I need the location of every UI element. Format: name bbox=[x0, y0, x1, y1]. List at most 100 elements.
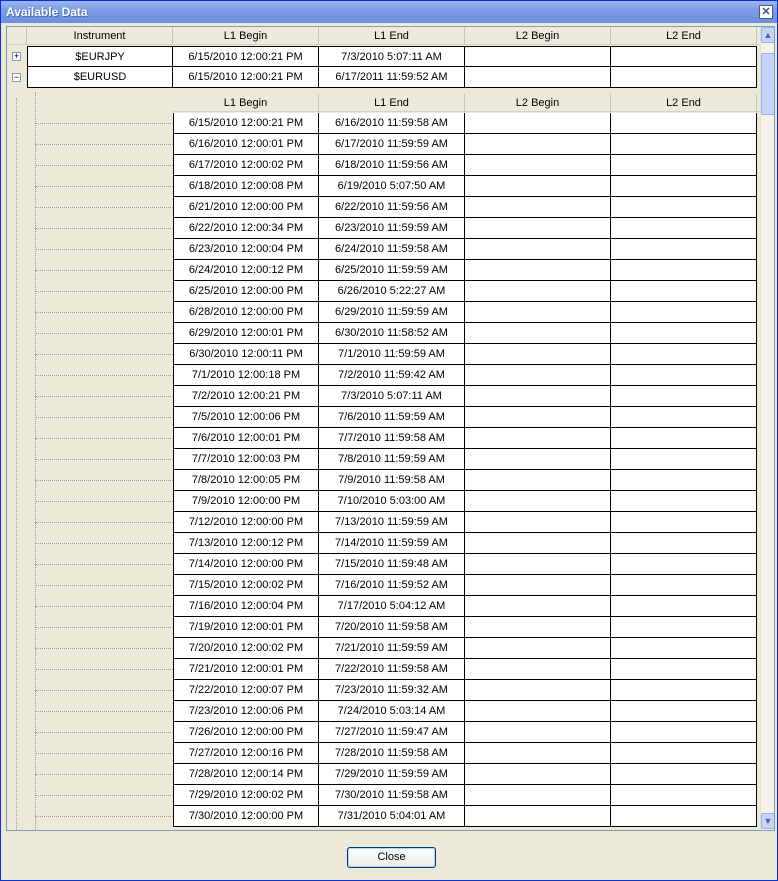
detail-row[interactable]: 7/7/2010 12:00:03 PM 7/8/2010 11:59:59 AM bbox=[7, 449, 761, 470]
detail-header-l2-end[interactable]: L2 End bbox=[611, 94, 757, 112]
scrollbar-thumb[interactable] bbox=[761, 53, 774, 115]
vertical-scrollbar[interactable]: ▲ ▼ bbox=[760, 27, 774, 830]
detail-l1-end-cell: 7/7/2010 11:59:58 AM bbox=[319, 428, 465, 449]
detail-l1-end-cell: 6/25/2010 11:59:59 AM bbox=[319, 260, 465, 281]
detail-l2-begin-cell bbox=[465, 218, 611, 239]
detail-l1-end-cell: 6/18/2010 11:59:56 AM bbox=[319, 155, 465, 176]
tree-branch-line bbox=[35, 606, 173, 607]
detail-row[interactable]: 7/8/2010 12:00:05 PM 7/9/2010 11:59:58 AM bbox=[7, 470, 761, 491]
detail-row[interactable]: 6/22/2010 12:00:34 PM 6/23/2010 11:59:59 … bbox=[7, 218, 761, 239]
detail-header-l1-end[interactable]: L1 End bbox=[319, 94, 465, 112]
detail-l1-end-cell: 7/3/2010 5:07:11 AM bbox=[319, 386, 465, 407]
detail-row[interactable]: 7/29/2010 12:00:02 PM 7/30/2010 11:59:58 … bbox=[7, 785, 761, 806]
detail-row[interactable]: 7/30/2010 12:00:00 PM 7/31/2010 5:04:01 A… bbox=[7, 806, 761, 827]
detail-l2-begin-cell bbox=[465, 323, 611, 344]
detail-row[interactable]: 7/20/2010 12:00:02 PM 7/21/2010 11:59:59 … bbox=[7, 638, 761, 659]
collapse-icon[interactable]: − bbox=[12, 73, 21, 82]
tree-branch-line bbox=[35, 354, 173, 355]
detail-l1-end-cell: 7/29/2010 11:59:59 AM bbox=[319, 764, 465, 785]
detail-row[interactable]: 6/25/2010 12:00:00 PM 6/26/2010 5:22:27 A… bbox=[7, 281, 761, 302]
detail-row[interactable]: 7/28/2010 12:00:14 PM 7/29/2010 11:59:59 … bbox=[7, 764, 761, 785]
detail-l1-begin-cell: 7/16/2010 12:00:04 PM bbox=[173, 596, 319, 617]
close-button[interactable]: Close bbox=[347, 847, 436, 868]
detail-l2-begin-cell bbox=[465, 176, 611, 197]
scroll-up-icon[interactable]: ▲ bbox=[761, 27, 774, 43]
detail-l1-begin-cell: 7/9/2010 12:00:00 PM bbox=[173, 491, 319, 512]
detail-row[interactable]: 6/28/2010 12:00:00 PM 6/29/2010 11:59:59 … bbox=[7, 302, 761, 323]
header-l1-end[interactable]: L1 End bbox=[319, 27, 465, 45]
detail-row[interactable]: 6/21/2010 12:00:00 PM 6/22/2010 11:59:56 … bbox=[7, 197, 761, 218]
expand-icon[interactable]: + bbox=[12, 52, 21, 61]
detail-row[interactable]: 7/12/2010 12:00:00 PM 7/13/2010 11:59:59 … bbox=[7, 512, 761, 533]
detail-row[interactable]: 7/5/2010 12:00:06 PM 7/6/2010 11:59:59 AM bbox=[7, 407, 761, 428]
detail-l2-end-cell bbox=[611, 785, 757, 806]
tree-branch-line bbox=[35, 186, 173, 187]
detail-l2-begin-cell bbox=[465, 239, 611, 260]
detail-row[interactable]: 7/14/2010 12:00:00 PM 7/15/2010 11:59:48 … bbox=[7, 554, 761, 575]
detail-l2-begin-cell bbox=[465, 638, 611, 659]
detail-row[interactable]: 6/17/2010 12:00:02 PM 6/18/2010 11:59:56 … bbox=[7, 155, 761, 176]
detail-l2-begin-cell bbox=[465, 302, 611, 323]
detail-l2-end-cell bbox=[611, 428, 757, 449]
l1-end-cell: 6/17/2011 11:59:52 AM bbox=[319, 67, 465, 88]
detail-l1-end-cell: 7/31/2010 5:04:01 AM bbox=[319, 806, 465, 827]
detail-row[interactable]: 7/26/2010 12:00:00 PM 7/27/2010 11:59:47 … bbox=[7, 722, 761, 743]
detail-l1-begin-cell: 7/8/2010 12:00:05 PM bbox=[173, 470, 319, 491]
detail-row[interactable]: 7/19/2010 12:00:01 PM 7/20/2010 11:59:58 … bbox=[7, 617, 761, 638]
detail-l2-end-cell bbox=[611, 554, 757, 575]
header-l2-end[interactable]: L2 End bbox=[611, 27, 757, 45]
instrument-name: $EURJPY bbox=[27, 46, 173, 67]
tree-branch-line bbox=[35, 291, 173, 292]
detail-l1-begin-cell: 6/24/2010 12:00:12 PM bbox=[173, 260, 319, 281]
detail-row[interactable]: 6/16/2010 12:00:01 PM 6/17/2010 11:59:59 … bbox=[7, 134, 761, 155]
detail-l2-begin-cell bbox=[465, 659, 611, 680]
l2-begin-cell bbox=[465, 46, 611, 67]
header-spacer bbox=[7, 27, 27, 45]
detail-l2-end-cell bbox=[611, 197, 757, 218]
title-bar[interactable]: Available Data ✕ bbox=[1, 1, 777, 23]
detail-l2-end-cell bbox=[611, 260, 757, 281]
header-instrument[interactable]: Instrument bbox=[27, 27, 173, 45]
header-l2-begin[interactable]: L2 Begin bbox=[465, 27, 611, 45]
detail-l1-begin-cell: 7/27/2010 12:00:16 PM bbox=[173, 743, 319, 764]
detail-l1-begin-cell: 6/15/2010 12:00:21 PM bbox=[173, 113, 319, 134]
detail-row[interactable]: 6/18/2010 12:00:08 PM 6/19/2010 5:07:50 A… bbox=[7, 176, 761, 197]
scroll-down-icon[interactable]: ▼ bbox=[761, 813, 774, 829]
detail-row[interactable]: 7/22/2010 12:00:07 PM 7/23/2010 11:59:32 … bbox=[7, 680, 761, 701]
detail-row[interactable]: 7/13/2010 12:00:12 PM 7/14/2010 11:59:59 … bbox=[7, 533, 761, 554]
detail-l2-end-cell bbox=[611, 806, 757, 827]
detail-row[interactable]: 6/23/2010 12:00:04 PM 6/24/2010 11:59:58 … bbox=[7, 239, 761, 260]
close-icon[interactable]: ✕ bbox=[759, 5, 773, 19]
detail-l1-begin-cell: 6/28/2010 12:00:00 PM bbox=[173, 302, 319, 323]
detail-row[interactable]: 7/16/2010 12:00:04 PM 7/17/2010 5:04:12 A… bbox=[7, 596, 761, 617]
instrument-row[interactable]: − $EURUSD 6/15/2010 12:00:21 PM 6/17/201… bbox=[7, 67, 761, 88]
tree-branch-line bbox=[35, 732, 173, 733]
tree-branch-line bbox=[35, 396, 173, 397]
detail-row[interactable]: 7/15/2010 12:00:02 PM 7/16/2010 11:59:52 … bbox=[7, 575, 761, 596]
detail-row[interactable]: 7/9/2010 12:00:00 PM 7/10/2010 5:03:00 AM bbox=[7, 491, 761, 512]
detail-row[interactable]: 6/15/2010 12:00:21 PM 6/16/2010 11:59:58 … bbox=[7, 113, 761, 134]
detail-row[interactable]: 7/6/2010 12:00:01 PM 7/7/2010 11:59:58 AM bbox=[7, 428, 761, 449]
detail-row[interactable]: 7/2/2010 12:00:21 PM 7/3/2010 5:07:11 AM bbox=[7, 386, 761, 407]
detail-row[interactable]: 7/27/2010 12:00:16 PM 7/28/2010 11:59:58 … bbox=[7, 743, 761, 764]
detail-row[interactable]: 6/30/2010 12:00:11 PM 7/1/2010 11:59:59 A… bbox=[7, 344, 761, 365]
detail-l2-end-cell bbox=[611, 176, 757, 197]
detail-row[interactable]: 7/23/2010 12:00:06 PM 7/24/2010 5:03:14 A… bbox=[7, 701, 761, 722]
detail-l1-begin-cell: 7/28/2010 12:00:14 PM bbox=[173, 764, 319, 785]
detail-header-l2-begin[interactable]: L2 Begin bbox=[465, 94, 611, 112]
instrument-row[interactable]: + $EURJPY 6/15/2010 12:00:21 PM 7/3/2010… bbox=[7, 46, 761, 67]
header-l1-begin[interactable]: L1 Begin bbox=[173, 27, 319, 45]
detail-row[interactable]: 6/24/2010 12:00:12 PM 6/25/2010 11:59:59 … bbox=[7, 260, 761, 281]
detail-row[interactable]: 6/29/2010 12:00:01 PM 6/30/2010 11:58:52 … bbox=[7, 323, 761, 344]
detail-l2-begin-cell bbox=[465, 722, 611, 743]
detail-header-l1-begin[interactable]: L1 Begin bbox=[173, 94, 319, 112]
detail-l2-begin-cell bbox=[465, 680, 611, 701]
l2-end-cell bbox=[611, 67, 757, 88]
detail-row[interactable]: 7/1/2010 12:00:18 PM 7/2/2010 11:59:42 AM bbox=[7, 365, 761, 386]
detail-l2-begin-cell bbox=[465, 470, 611, 491]
detail-l1-begin-cell: 7/21/2010 12:00:01 PM bbox=[173, 659, 319, 680]
detail-l1-end-cell: 7/23/2010 11:59:32 AM bbox=[319, 680, 465, 701]
detail-row[interactable]: 7/21/2010 12:00:01 PM 7/22/2010 11:59:58 … bbox=[7, 659, 761, 680]
data-grid: Instrument L1 Begin L1 End L2 Begin L2 E… bbox=[6, 26, 775, 831]
detail-l2-begin-cell bbox=[465, 386, 611, 407]
